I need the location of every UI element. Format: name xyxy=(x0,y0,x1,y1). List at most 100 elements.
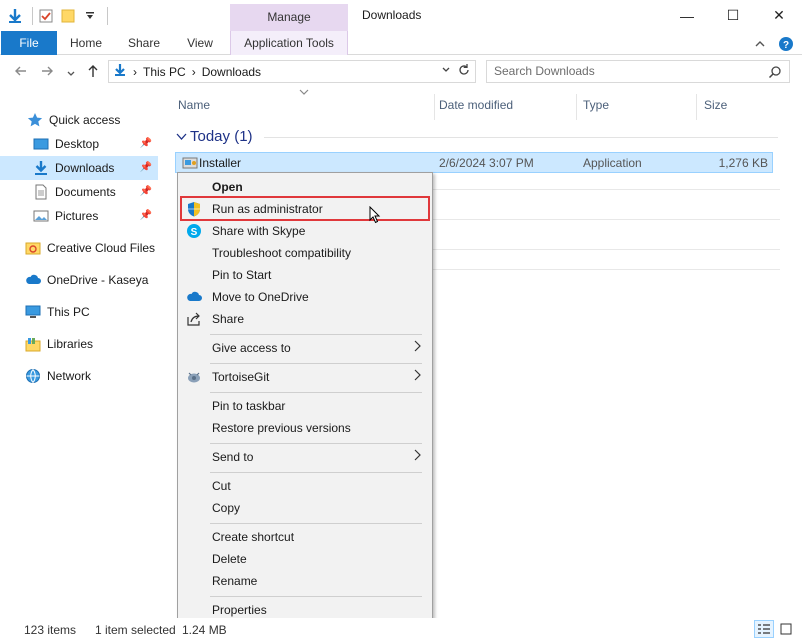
pin-icon[interactable]: 📌 xyxy=(140,210,152,221)
menu-separator xyxy=(210,443,422,444)
minimize-button[interactable]: — xyxy=(664,0,710,31)
details-view-icon[interactable] xyxy=(754,620,774,638)
list-divider xyxy=(430,269,780,270)
breadcrumb-this-pc[interactable]: This PC xyxy=(143,65,186,79)
close-button[interactable]: ✕ xyxy=(756,0,802,31)
tab-view[interactable]: View xyxy=(180,31,220,55)
menu-item-open[interactable]: Open xyxy=(178,176,432,198)
menu-label: Cut xyxy=(212,479,231,493)
menu-separator xyxy=(210,596,422,597)
menu-item-tortoisegit[interactable]: TortoiseGit xyxy=(178,366,432,388)
ribbon-tabs: File Home Share View Application Tools ? xyxy=(0,31,802,55)
menu-label: Rename xyxy=(212,574,258,588)
menu-item-share-skype[interactable]: S Share with Skype xyxy=(178,220,432,242)
pin-icon[interactable]: 📌 xyxy=(140,186,152,197)
tab-application-tools[interactable]: Application Tools xyxy=(230,31,348,55)
minimize-icon: — xyxy=(680,7,694,24)
properties-check-icon[interactable] xyxy=(37,7,55,25)
pin-icon[interactable]: 📌 xyxy=(140,138,152,149)
menu-label: Pin to Start xyxy=(212,268,272,282)
group-header-today[interactable]: Today (1) xyxy=(168,128,778,146)
column-separator[interactable] xyxy=(434,94,435,120)
menu-item-restore-versions[interactable]: Restore previous versions xyxy=(178,417,432,439)
column-header-type[interactable]: Type xyxy=(583,98,609,112)
recent-locations-icon[interactable] xyxy=(66,66,76,82)
nav-label: Desktop xyxy=(55,137,100,151)
menu-item-cut[interactable]: Cut xyxy=(178,475,432,497)
navigation-pane: Quick access Desktop 📌 Downloads 📌 Docum… xyxy=(0,88,158,618)
menu-item-copy[interactable]: Copy xyxy=(178,497,432,519)
nav-label: Libraries xyxy=(47,337,94,351)
menu-item-move-onedrive[interactable]: Move to OneDrive xyxy=(178,286,432,308)
nav-item-pictures[interactable]: Pictures 📌 xyxy=(0,204,158,228)
address-bar[interactable]: › This PC › Downloads xyxy=(108,60,476,83)
highlight-box xyxy=(180,196,430,221)
column-header-name[interactable]: Name xyxy=(178,98,210,112)
menu-item-rename[interactable]: Rename xyxy=(178,570,432,592)
documents-icon xyxy=(32,183,50,201)
manage-contextual-tab[interactable]: Manage xyxy=(230,4,348,31)
help-icon[interactable]: ? xyxy=(778,36,794,55)
column-header-size[interactable]: Size xyxy=(704,98,727,112)
sort-caret-icon xyxy=(299,88,309,99)
nav-network[interactable]: Network xyxy=(0,364,158,388)
forward-arrow-icon[interactable] xyxy=(40,64,54,81)
context-menu: Open Run as administrator S Share with S… xyxy=(177,172,433,625)
menu-separator xyxy=(210,363,422,364)
file-date: 2/6/2024 3:07 PM xyxy=(439,156,534,170)
nav-item-downloads[interactable]: Downloads 📌 xyxy=(0,156,158,180)
back-arrow-icon[interactable] xyxy=(14,64,28,81)
qat-dropdown-icon[interactable] xyxy=(81,7,99,25)
ribbon-right-controls: ? xyxy=(754,36,794,55)
computer-icon xyxy=(24,303,42,321)
column-header-date[interactable]: Date modified xyxy=(439,98,513,112)
menu-item-share[interactable]: Share xyxy=(178,308,432,330)
menu-label: Share xyxy=(212,312,245,326)
menu-item-troubleshoot[interactable]: Troubleshoot compatibility xyxy=(178,242,432,264)
nav-libraries[interactable]: Libraries xyxy=(0,332,158,356)
nav-label: Downloads xyxy=(55,161,115,175)
nav-quick-access[interactable]: Quick access xyxy=(0,108,158,132)
submenu-arrow-icon xyxy=(414,369,422,384)
expand-ribbon-icon[interactable] xyxy=(754,38,766,53)
file-type: Application xyxy=(583,156,642,170)
submenu-arrow-icon xyxy=(414,449,422,464)
menu-item-pin-start[interactable]: Pin to Start xyxy=(178,264,432,286)
new-folder-icon[interactable] xyxy=(59,7,77,25)
nav-creative-cloud[interactable]: Creative Cloud Files xyxy=(0,236,158,260)
column-separator[interactable] xyxy=(576,94,577,120)
search-icon[interactable] xyxy=(768,65,782,82)
address-dropdown-icon[interactable] xyxy=(441,64,451,78)
breadcrumb-downloads[interactable]: Downloads xyxy=(202,65,261,79)
column-separator[interactable] xyxy=(696,94,697,120)
menu-item-delete[interactable]: Delete xyxy=(178,548,432,570)
table-row[interactable]: Installer 2/6/2024 3:07 PM Application 1… xyxy=(175,152,773,173)
download-arrow-icon[interactable] xyxy=(6,7,24,25)
nav-this-pc[interactable]: This PC xyxy=(0,300,158,324)
tortoisegit-icon xyxy=(186,369,202,385)
large-icons-view-icon[interactable] xyxy=(776,620,796,638)
nav-onedrive[interactable]: OneDrive - Kaseya xyxy=(0,268,158,292)
pin-icon[interactable]: 📌 xyxy=(140,162,152,173)
menu-item-create-shortcut[interactable]: Create shortcut xyxy=(178,526,432,548)
group-divider xyxy=(264,137,778,138)
collapse-chevron-icon[interactable] xyxy=(176,130,187,144)
search-input[interactable]: Search Downloads xyxy=(486,60,790,83)
tab-share[interactable]: Share xyxy=(122,31,166,55)
refresh-icon[interactable] xyxy=(457,63,471,80)
menu-item-pin-taskbar[interactable]: Pin to taskbar xyxy=(178,395,432,417)
nav-item-desktop[interactable]: Desktop 📌 xyxy=(0,132,158,156)
menu-label: Restore previous versions xyxy=(212,421,351,435)
maximize-button[interactable]: ☐ xyxy=(710,0,756,31)
nav-item-documents[interactable]: Documents 📌 xyxy=(0,180,158,204)
menu-item-send-to[interactable]: Send to xyxy=(178,446,432,468)
pictures-icon xyxy=(32,207,50,225)
svg-text:?: ? xyxy=(783,40,789,51)
nav-label: Pictures xyxy=(55,209,99,223)
tab-home[interactable]: Home xyxy=(64,31,108,55)
tab-file[interactable]: File xyxy=(1,31,57,55)
network-icon xyxy=(24,367,42,385)
view-switcher xyxy=(754,620,796,638)
up-arrow-icon[interactable] xyxy=(86,64,100,81)
menu-item-give-access[interactable]: Give access to xyxy=(178,337,432,359)
